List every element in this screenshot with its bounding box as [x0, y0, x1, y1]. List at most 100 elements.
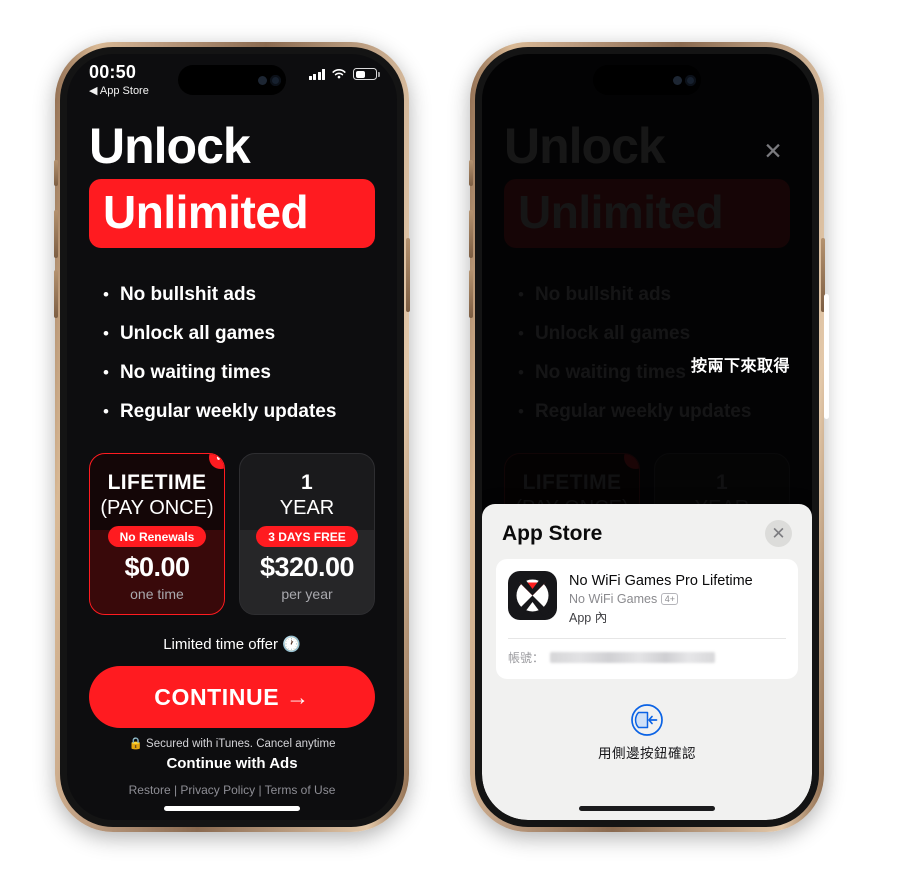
- plan-card-lifetime[interactable]: ✔ LIFETIME (PAY ONCE) No Renewals $0.00 …: [89, 452, 225, 616]
- phone-left: 00:50 ◀ App Store Unlock Unlimited • No …: [54, 42, 410, 832]
- paywall-screen: Unlock Unlimited • No bullshit ads • Unl…: [67, 54, 397, 820]
- bullet-icon: •: [103, 401, 109, 421]
- no-wifi-games-app-icon: [508, 571, 557, 620]
- front-camera-icon: [685, 74, 696, 86]
- limited-time-offer: Limited time offer 🕐: [163, 636, 301, 654]
- bullet-icon: •: [103, 323, 109, 343]
- confirm-section: 用側邊按鈕確認: [496, 703, 798, 762]
- volume-down-button[interactable]: [54, 270, 58, 318]
- product-developer-row: No WiFi Games 4+: [569, 592, 753, 606]
- plan-subtitle: YEAR: [279, 496, 335, 519]
- list-item: • Unlock all games: [103, 323, 375, 345]
- plan-title: 1: [715, 470, 729, 494]
- continue-button[interactable]: CONTINUE →: [89, 666, 375, 729]
- feature-label: Regular weekly updates: [534, 400, 752, 422]
- account-label: 帳號：: [508, 651, 545, 666]
- battery-icon: [353, 68, 380, 80]
- list-item: • Regular weekly updates: [103, 401, 375, 423]
- age-rating-badge: 4+: [661, 593, 679, 606]
- silent-switch[interactable]: [54, 160, 58, 186]
- plan-subtitle: (PAY ONCE): [100, 496, 214, 519]
- home-indicator[interactable]: [579, 806, 715, 811]
- continue-with-ads-button[interactable]: Continue with Ads: [89, 755, 375, 772]
- list-item: • No waiting times: [103, 362, 375, 384]
- plan-pricing: 3 DAYS FREE $320.00 per year: [240, 526, 374, 615]
- product-row: No WiFi Games Pro Lifetime No WiFi Games…: [496, 559, 798, 638]
- feature-label: No bullshit ads: [119, 283, 257, 305]
- app-store-purchase-sheet: App Store ✕ No WiFi Games Pro Lifetime N…: [482, 504, 812, 820]
- bullet-icon: •: [518, 401, 524, 421]
- volume-up-button[interactable]: [54, 210, 58, 258]
- bullet-icon: •: [103, 362, 109, 382]
- plan-options: ✔ LIFETIME (PAY ONCE) No Renewals $0.00 …: [89, 452, 375, 616]
- plan-header: LIFETIME (PAY ONCE): [90, 454, 224, 530]
- front-camera-icon: [270, 74, 281, 86]
- product-meta: No WiFi Games Pro Lifetime No WiFi Games…: [569, 571, 753, 626]
- secured-note: 🔒 Secured with iTunes. Cancel anytime: [128, 738, 336, 751]
- dynamic-island: [178, 65, 286, 95]
- silent-switch[interactable]: [469, 160, 473, 186]
- feature-label: Unlock all games: [119, 322, 276, 344]
- volume-up-button[interactable]: [469, 210, 473, 258]
- feature-label: Unlock all games: [534, 322, 691, 344]
- side-button[interactable]: [406, 238, 410, 312]
- home-indicator[interactable]: [164, 806, 300, 811]
- feature-list: • No bullshit ads • Unlock all games • N…: [103, 284, 375, 423]
- bullet-icon: •: [518, 323, 524, 343]
- bullet-icon: •: [103, 284, 109, 304]
- product-name: No WiFi Games Pro Lifetime: [569, 573, 753, 589]
- plan-title: LIFETIME: [107, 470, 207, 494]
- face-id-sensor-icon: [673, 75, 682, 85]
- close-icon[interactable]: ✕: [760, 138, 786, 164]
- list-item: • No bullshit ads: [103, 284, 375, 306]
- account-value-masked: [550, 652, 716, 664]
- back-to-app-store[interactable]: ◀ App Store: [89, 84, 149, 97]
- wifi-icon: [332, 69, 346, 79]
- screenshot-canvas: 00:50 ◀ App Store Unlock Unlimited • No …: [0, 0, 900, 879]
- volume-down-button[interactable]: [469, 270, 473, 318]
- plan-price: $0.00: [124, 552, 190, 583]
- legal-links[interactable]: Restore | Privacy Policy | Terms of Use: [89, 783, 375, 797]
- product-developer: No WiFi Games: [569, 592, 658, 607]
- page-title-unlock: Unlock: [504, 118, 666, 174]
- plan-badge: No Renewals: [107, 526, 207, 548]
- feature-label: Regular weekly updates: [119, 400, 337, 422]
- feature-label: No bullshit ads: [534, 283, 672, 305]
- plan-price: $320.00: [259, 552, 355, 583]
- sheet-header: App Store ✕: [496, 520, 798, 559]
- dynamic-island: [593, 65, 701, 95]
- bullet-icon: •: [518, 362, 524, 382]
- sheet-title: App Store: [502, 521, 603, 545]
- plan-title: 1: [300, 470, 314, 494]
- plan-header: 1 YEAR: [240, 454, 374, 530]
- plan-badge: 3 DAYS FREE: [256, 526, 358, 548]
- account-row: 帳號：: [496, 639, 798, 679]
- back-label: App Store: [99, 85, 149, 97]
- bullet-icon: •: [518, 284, 524, 304]
- plan-card-1-year[interactable]: 1 YEAR 3 DAYS FREE $320.00 per year: [239, 452, 375, 616]
- phone-right: Unlock Unlimited • No bullshit ads • Unl…: [469, 42, 829, 832]
- product-card: No WiFi Games Pro Lifetime No WiFi Games…: [496, 559, 798, 680]
- page-title-unlimited: Unlimited: [89, 178, 375, 248]
- close-icon[interactable]: ✕: [765, 520, 792, 547]
- phone-right-bezel: Unlock Unlimited • No bullshit ads • Unl…: [475, 47, 819, 827]
- phone-left-bezel: 00:50 ◀ App Store Unlock Unlimited • No …: [60, 47, 404, 827]
- plan-period: one time: [130, 586, 184, 603]
- feature-label: No waiting times: [534, 361, 686, 383]
- back-arrow-icon: ◀: [89, 85, 98, 97]
- feature-label: No waiting times: [119, 361, 271, 383]
- side-button-confirm-icon: [496, 703, 798, 737]
- face-id-sensor-icon: [258, 75, 267, 85]
- list-item: • No bullshit ads: [518, 284, 790, 306]
- phone-right-screen: Unlock Unlimited • No bullshit ads • Unl…: [482, 54, 812, 820]
- plan-pricing: No Renewals $0.00 one time: [90, 526, 224, 615]
- list-item: • Regular weekly updates: [518, 401, 790, 423]
- page-title-unlock: Unlock: [89, 118, 251, 174]
- side-button-highlight-indicator: [824, 294, 829, 419]
- list-item: • Unlock all games: [518, 323, 790, 345]
- double-click-hint: 按兩下來取得: [690, 358, 790, 375]
- in-app-purchase-label: App 內: [569, 611, 608, 626]
- plan-period: per year: [281, 586, 333, 603]
- status-time: 00:50: [89, 62, 137, 82]
- status-bar-left: 00:50 ◀ App Store: [89, 62, 149, 97]
